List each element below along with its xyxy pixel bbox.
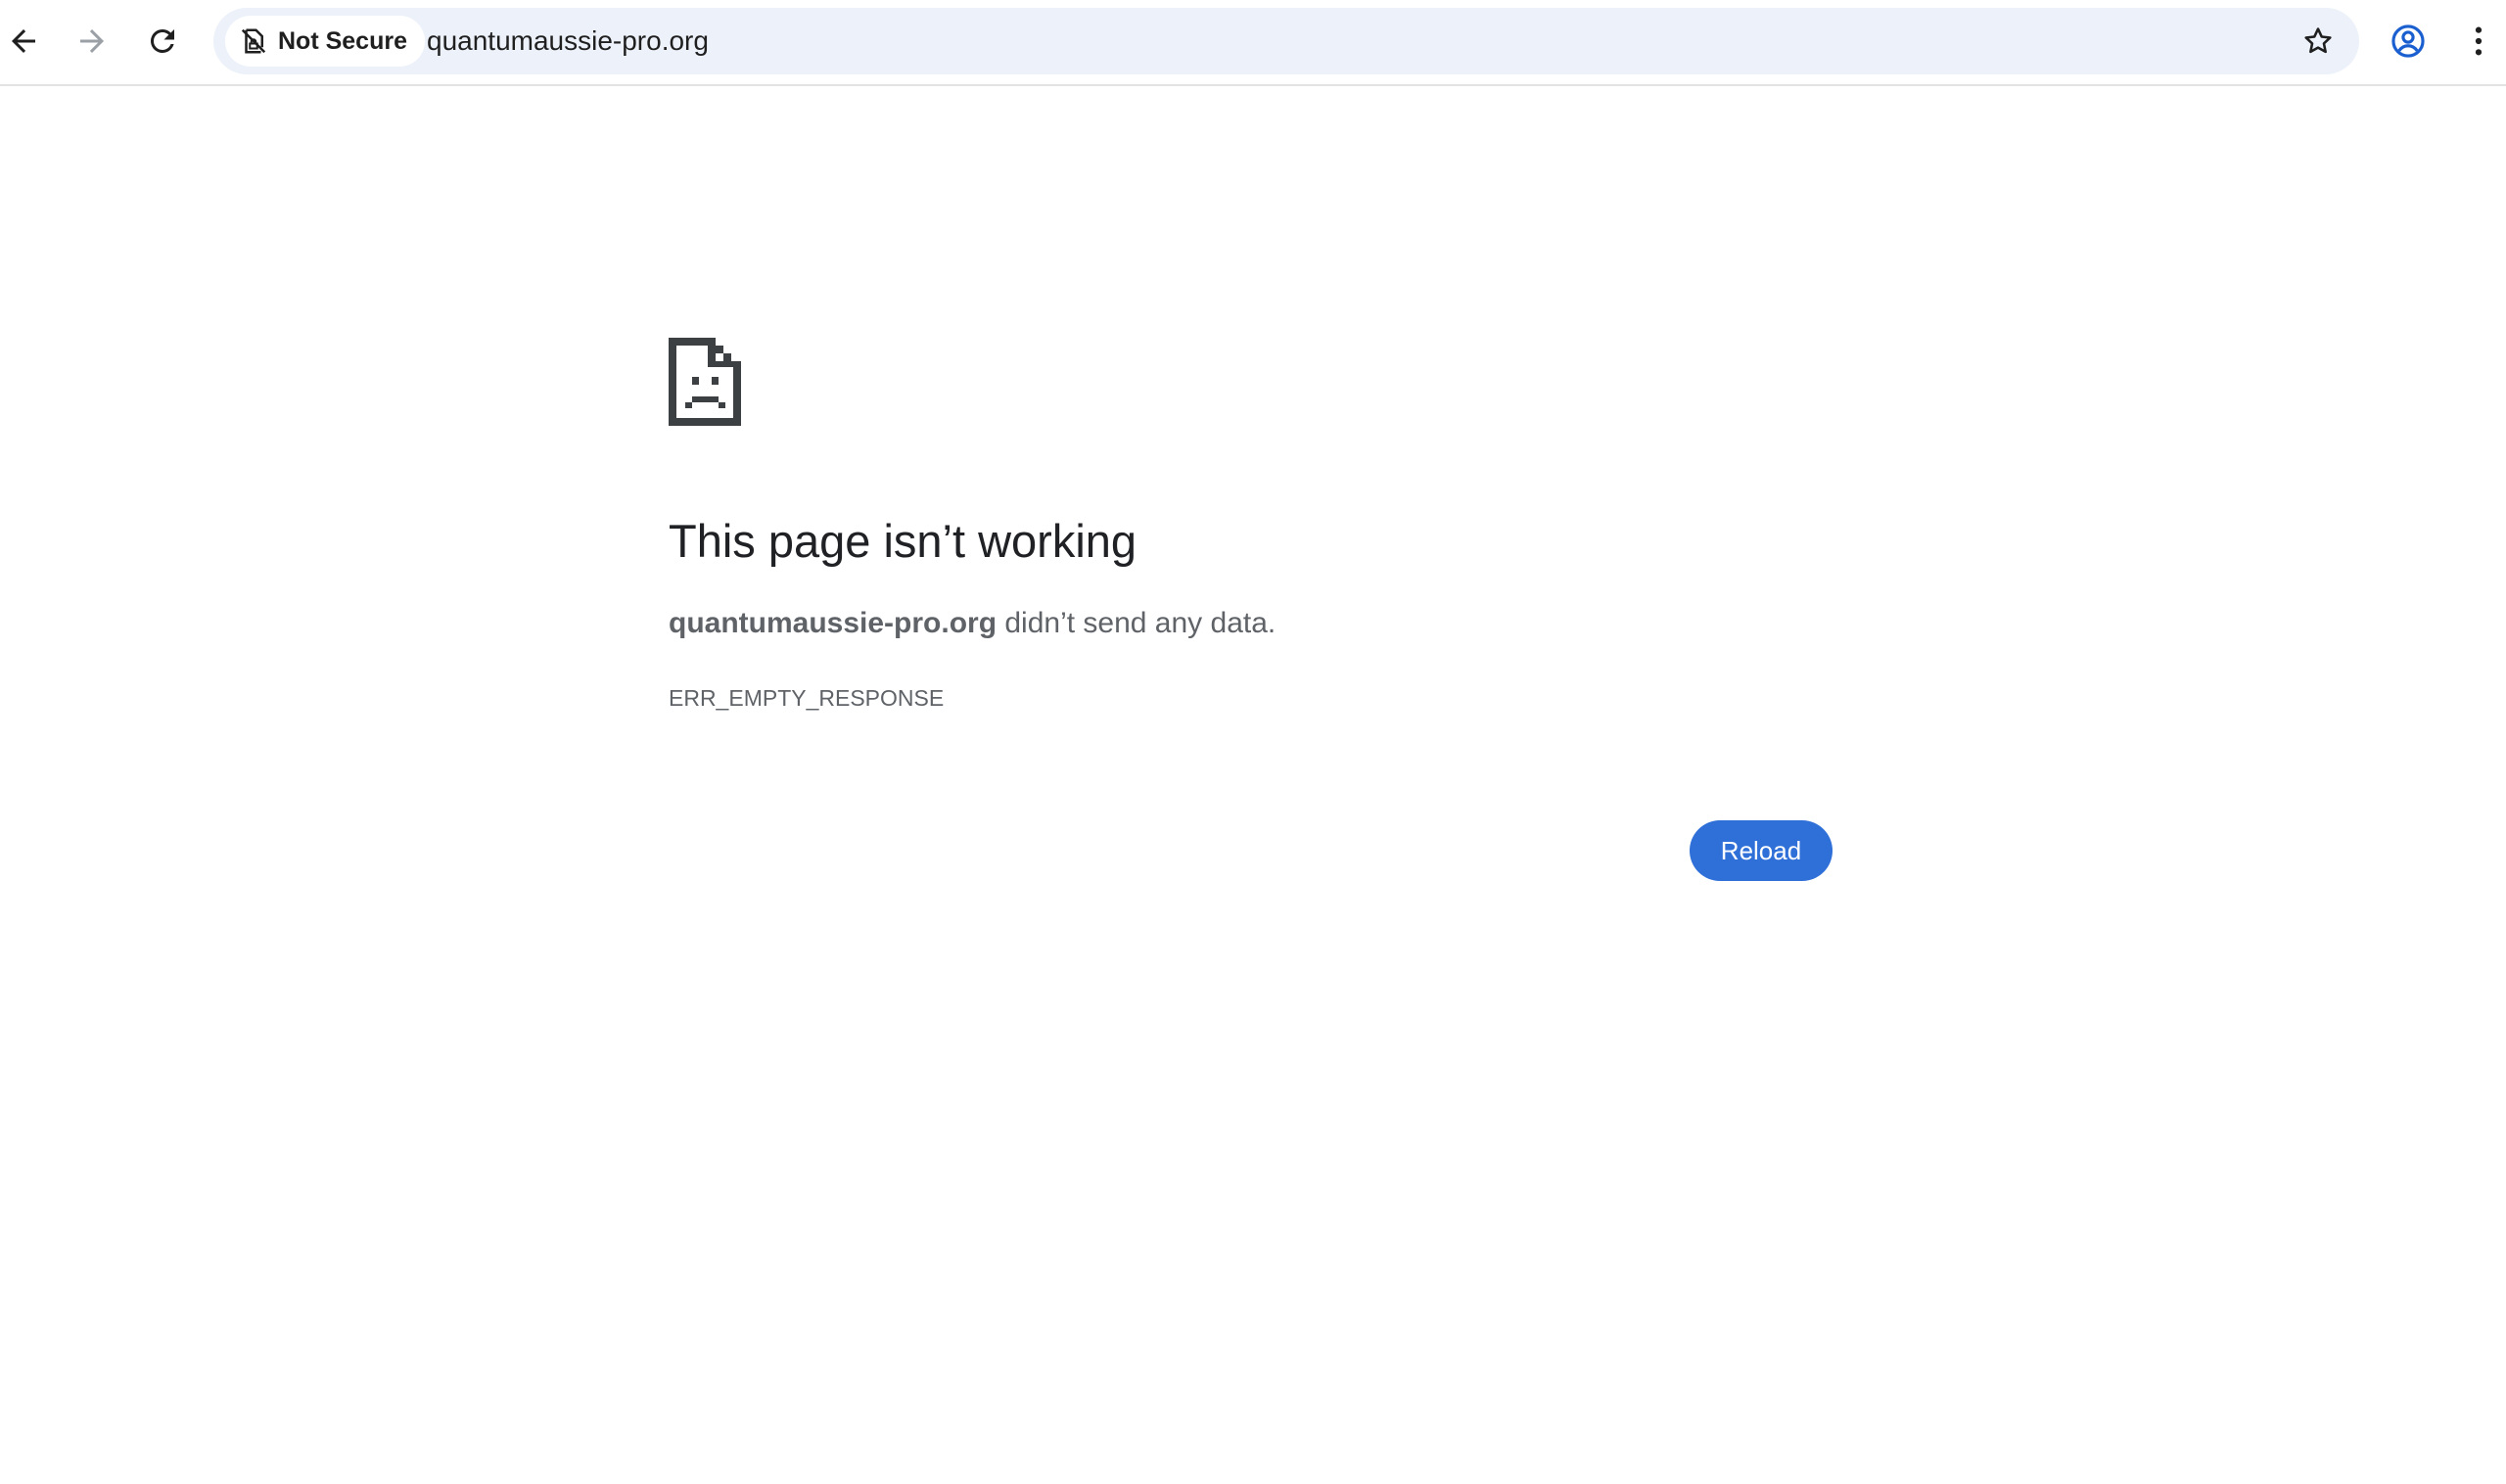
forward-button[interactable] xyxy=(65,14,119,69)
reload-page-button[interactable] xyxy=(135,14,190,69)
star-icon xyxy=(2304,27,2332,54)
reload-icon xyxy=(150,28,174,53)
browser-toolbar: Not Secure quantumaussie-pro.org xyxy=(0,0,2506,86)
not-secure-icon xyxy=(241,28,266,54)
arrow-right-icon xyxy=(80,29,104,53)
security-indicator[interactable]: Not Secure xyxy=(225,16,425,67)
address-bar[interactable]: Not Secure quantumaussie-pro.org xyxy=(213,8,2359,74)
profile-button[interactable] xyxy=(2381,14,2436,69)
error-description: quantumaussie-pro.org didn’t send any da… xyxy=(669,607,1276,640)
reload-button[interactable]: Reload xyxy=(1690,820,1833,881)
security-label: Not Secure xyxy=(278,26,407,55)
url-text[interactable]: quantumaussie-pro.org xyxy=(427,8,709,74)
error-host: quantumaussie-pro.org xyxy=(669,607,998,639)
profile-icon xyxy=(2391,24,2425,58)
arrow-left-icon xyxy=(12,29,35,53)
error-code: ERR_EMPTY_RESPONSE xyxy=(669,685,945,711)
error-message: didn’t send any data. xyxy=(997,607,1276,639)
kebab-menu-icon xyxy=(2475,26,2483,56)
browser-menu-button[interactable] xyxy=(2451,14,2506,69)
sad-page-icon xyxy=(669,338,741,426)
error-title: This page isn’t working xyxy=(669,515,1137,567)
bookmark-button[interactable] xyxy=(2291,14,2345,69)
back-button[interactable] xyxy=(0,14,51,69)
